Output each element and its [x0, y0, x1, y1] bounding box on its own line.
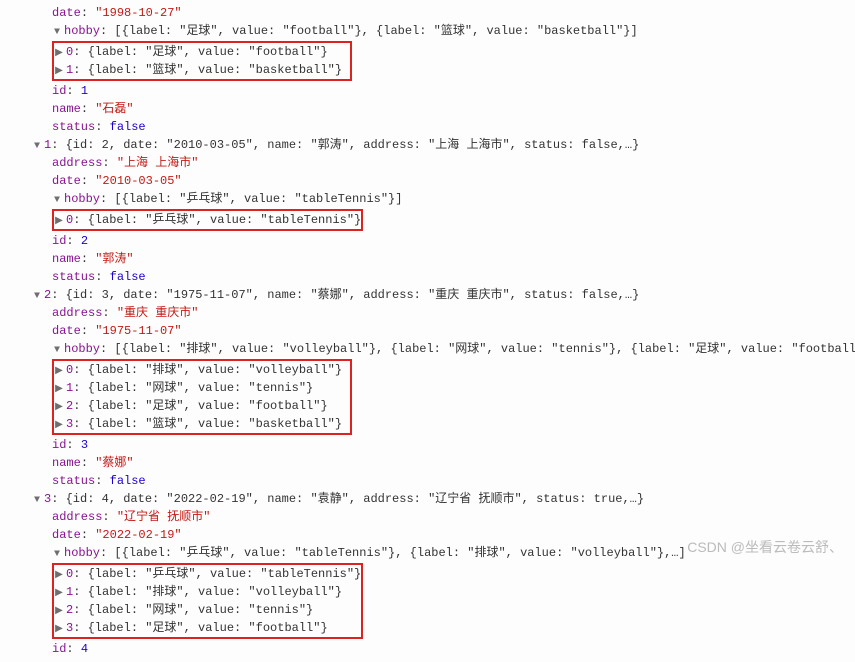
property-row: date: "2010-03-05" [0, 172, 855, 190]
property-row: date: "2022-02-19" [0, 526, 855, 544]
property-row: name: "石磊" [0, 100, 855, 118]
prop-key-hobby: hobby [64, 546, 100, 560]
expand-toggle[interactable] [54, 418, 64, 433]
property-row: address: "上海 上海市" [0, 154, 855, 172]
prop-value: "1998-10-27" [95, 6, 181, 20]
prop-key-status: status [52, 120, 95, 134]
hobby-box: 0: {label: "排球", value: "volleyball"} 1:… [0, 358, 855, 436]
prop-key-id: id [52, 438, 66, 452]
prop-key-address: address [52, 306, 102, 320]
prop-value: 2 [81, 234, 88, 248]
expand-toggle[interactable] [54, 364, 64, 379]
prop-key-date: date [52, 174, 81, 188]
prop-value: "2010-03-05" [95, 174, 181, 188]
hobby-row[interactable]: hobby: [{label: "乒乓球", value: "tableTenn… [0, 544, 855, 562]
expand-toggle[interactable] [54, 568, 64, 583]
prop-value: "2022-02-19" [95, 528, 181, 542]
prop-key-address: address [52, 156, 102, 170]
property-row: address: "辽宁省 抚顺市" [0, 508, 855, 526]
prop-key-id: id [52, 234, 66, 248]
hobby-summary: [{label: "乒乓球", value: "tableTennis"}, {… [114, 546, 685, 560]
object-header[interactable]: 2: {id: 3, date: "1975-11-07", name: "蔡娜… [0, 286, 855, 304]
hobby-box: 0: {label: "乒乓球", value: "tableTennis"} … [0, 562, 855, 640]
prop-value: "辽宁省 抚顺市" [117, 510, 211, 524]
expand-toggle[interactable] [54, 46, 64, 61]
prop-key-hobby: hobby [64, 192, 100, 206]
hobby-item[interactable]: 1: {label: "篮球", value: "basketball"} [54, 61, 350, 79]
property-row: id: 3 [0, 436, 855, 454]
prop-key-id: id [52, 642, 66, 656]
prop-value: false [110, 120, 146, 134]
hobby-row[interactable]: hobby: [{label: "足球", value: "football"}… [0, 22, 855, 40]
prop-key-date: date [52, 324, 81, 338]
hobby-item[interactable]: 1: {label: "网球", value: "tennis"} [54, 379, 350, 397]
hobby-item[interactable]: 0: {label: "排球", value: "volleyball"} [54, 361, 350, 379]
expand-toggle[interactable] [54, 622, 64, 637]
prop-value: 1 [81, 84, 88, 98]
hobby-item[interactable]: 0: {label: "足球", value: "football"} [54, 43, 350, 61]
prop-value: "石磊" [95, 102, 133, 116]
expand-toggle[interactable] [54, 214, 64, 229]
property-row: id: 4 [0, 640, 855, 658]
property-row: status: false [0, 118, 855, 136]
prop-value: "上海 上海市" [117, 156, 199, 170]
property-row: status: false [0, 472, 855, 490]
prop-value: "蔡娜" [95, 456, 133, 470]
property-row: date: "1975-11-07" [0, 322, 855, 340]
hobby-box: 0: {label: "足球", value: "football"} 1: {… [0, 40, 855, 82]
expand-toggle[interactable] [54, 64, 64, 79]
property-row: id: 2 [0, 232, 855, 250]
property-row: address: "重庆 重庆市" [0, 304, 855, 322]
object-header[interactable]: 1: {id: 2, date: "2010-03-05", name: "郭涛… [0, 136, 855, 154]
prop-value: "重庆 重庆市" [117, 306, 199, 320]
expand-toggle[interactable] [52, 193, 62, 208]
property-row: id: 1 [0, 82, 855, 100]
expand-toggle[interactable] [54, 400, 64, 415]
property-row: name: "郭涛" [0, 250, 855, 268]
hobby-summary: [{label: "乒乓球", value: "tableTennis"}] [114, 192, 402, 206]
prop-key-name: name [52, 102, 81, 116]
prop-value: false [110, 270, 146, 284]
prop-value: false [110, 474, 146, 488]
prop-key-status: status [52, 270, 95, 284]
hobby-item[interactable]: 2: {label: "网球", value: "tennis"} [54, 601, 361, 619]
expand-toggle[interactable] [52, 343, 62, 358]
prop-value: "郭涛" [95, 252, 133, 266]
prop-key-name: name [52, 252, 81, 266]
prop-key-id: id [52, 84, 66, 98]
expand-toggle[interactable] [54, 604, 64, 619]
prop-key-hobby: hobby [64, 342, 100, 356]
hobby-summary: [{label: "足球", value: "football"}, {labe… [114, 24, 637, 38]
hobby-item[interactable]: 3: {label: "足球", value: "football"} [54, 619, 361, 637]
hobby-item[interactable]: 2: {label: "足球", value: "football"} [54, 397, 350, 415]
expand-toggle[interactable] [54, 382, 64, 397]
prop-key-address: address [52, 510, 102, 524]
hobby-item[interactable]: 0: {label: "乒乓球", value: "tableTennis"} [54, 211, 361, 229]
prop-key-hobby: hobby [64, 24, 100, 38]
hobby-item[interactable]: 1: {label: "排球", value: "volleyball"} [54, 583, 361, 601]
prop-key-date: date [52, 6, 81, 20]
property-row: status: false [0, 268, 855, 286]
expand-toggle[interactable] [32, 139, 42, 154]
hobby-item[interactable]: 0: {label: "乒乓球", value: "tableTennis"} [54, 565, 361, 583]
hobby-row[interactable]: hobby: [{label: "乒乓球", value: "tableTenn… [0, 190, 855, 208]
object-header[interactable]: 3: {id: 4, date: "2022-02-19", name: "袁静… [0, 490, 855, 508]
expand-toggle[interactable] [32, 493, 42, 508]
property-row: date: "1998-10-27" [0, 4, 855, 22]
expand-toggle[interactable] [32, 289, 42, 304]
prop-value: 3 [81, 438, 88, 452]
expand-toggle[interactable] [52, 25, 62, 40]
prop-value: "1975-11-07" [95, 324, 181, 338]
expand-toggle[interactable] [52, 547, 62, 562]
hobby-summary: [{label: "排球", value: "volleyball"}, {la… [114, 342, 855, 356]
prop-key-name: name [52, 456, 81, 470]
hobby-item[interactable]: 3: {label: "篮球", value: "basketball"} [54, 415, 350, 433]
prop-value: 4 [81, 642, 88, 656]
property-row: name: "蔡娜" [0, 454, 855, 472]
prop-key-status: status [52, 474, 95, 488]
prop-key-date: date [52, 528, 81, 542]
hobby-row[interactable]: hobby: [{label: "排球", value: "volleyball… [0, 340, 855, 358]
hobby-box: 0: {label: "乒乓球", value: "tableTennis"} [0, 208, 855, 232]
expand-toggle[interactable] [54, 586, 64, 601]
